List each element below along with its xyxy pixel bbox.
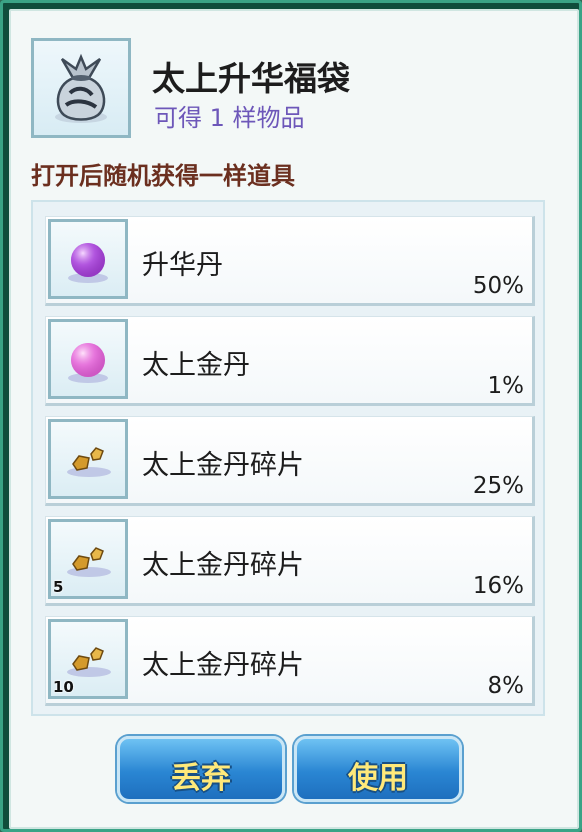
item-probability: 8% [487,673,525,699]
lucky-bag-icon [31,38,131,138]
list-item: 太上金丹碎片 25% [45,416,535,506]
item-probability: 25% [472,473,524,499]
item-name: 太上金丹碎片 [142,550,304,581]
discard-button[interactable]: 丢弃 [117,736,285,802]
item-name: 太上金丹 [142,350,250,381]
list-item: 太上金丹 1% [45,316,535,406]
list-item: 5 太上金丹碎片 16% [45,516,535,606]
purple-orb-icon [48,219,128,299]
discard-button-label: 丢弃 [171,761,231,796]
item-description: 打开后随机获得一样道具 [31,162,295,190]
item-title: 太上升华福袋 [152,59,350,98]
pink-orb-icon [48,319,128,399]
reward-list: 升华丹 50% 太上金丹 1% 太上金丹碎片 25% 5 太上金丹碎片 16% … [31,200,545,716]
item-name: 升华丹 [142,250,223,281]
golden-fragment-icon: 10 [48,619,128,699]
item-quantity: 10 [53,678,74,696]
list-item: 升华丹 50% [45,216,535,306]
item-probability: 16% [472,573,524,599]
list-item: 10 太上金丹碎片 8% [45,616,535,706]
item-quantity: 5 [53,578,64,596]
item-probability: 1% [487,373,525,399]
item-probability: 50% [472,273,524,299]
item-name: 太上金丹碎片 [142,650,304,681]
golden-fragment-icon: 5 [48,519,128,599]
use-button-label: 使用 [348,761,408,796]
golden-fragment-icon [48,419,128,499]
use-button[interactable]: 使用 [294,736,462,802]
item-name: 太上金丹碎片 [142,450,304,481]
item-subtitle: 可得 1 样物品 [154,104,305,132]
